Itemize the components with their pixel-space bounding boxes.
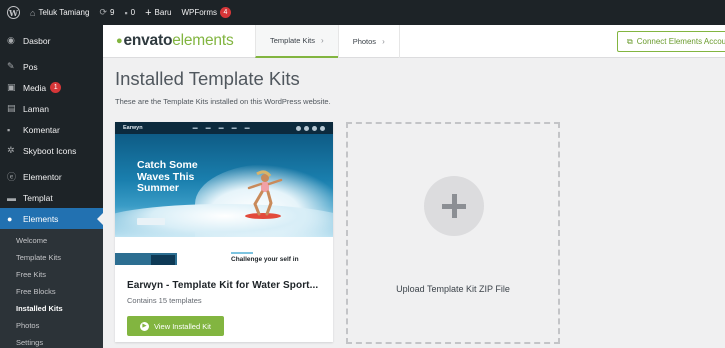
chevron-right-icon: › [382, 36, 385, 46]
sidebar-item-laman[interactable]: ▤ Laman [0, 98, 103, 119]
tab-template-kits[interactable]: Template Kits › [255, 24, 338, 58]
sidebar-item-skyboot-icons[interactable]: ✲ Skyboot Icons [0, 140, 103, 161]
submenu-settings[interactable]: Settings [0, 334, 103, 348]
sidebar-item-label: Komentar [23, 124, 60, 135]
preview-hero: Catch Some Waves This Summer [115, 134, 333, 244]
submenu-template-kits[interactable]: Template Kits [0, 249, 103, 266]
logo-main-text: envato [123, 32, 173, 49]
plus-icon: + [145, 6, 152, 19]
dashboard-icon: ◉ [7, 35, 15, 45]
submenu-photos[interactable]: Photos [0, 317, 103, 334]
envato-header: ● envato elements Template Kits › Photos … [103, 24, 725, 58]
preview-lower-section: Challenge your self in [115, 237, 333, 265]
media-badge: 1 [50, 82, 62, 93]
folder-icon: ▬ [7, 192, 16, 203]
sidebar-item-media[interactable]: ▣ Media 1 [0, 77, 103, 98]
sidebar-item-label: Elementor [23, 171, 62, 182]
elementor-icon: ⓔ [7, 172, 17, 182]
logo-suffix-text: elements [172, 32, 234, 49]
kit-template-count: Contains 15 templates [127, 296, 202, 305]
sidebar-item-label: Media [23, 82, 47, 93]
sidebar-item-dasbor[interactable]: ◉ Dasbor [0, 30, 103, 51]
site-name: Teluk Tamiang [38, 8, 90, 17]
preview-section-heading: Challenge your self in [231, 256, 299, 263]
admin-sidebar: ◉ Dasbor ✎ Pos ▣ Media 1 ▤ Laman ▪ Komen… [0, 25, 103, 348]
updates-icon: ⟳ [99, 7, 107, 17]
wpforms-badge: 4 [220, 7, 231, 18]
page-icon: ▤ [7, 103, 16, 113]
wpforms-label: WPForms [181, 8, 217, 17]
upload-kit-card[interactable]: Upload Template Kit ZIP File [346, 122, 560, 344]
sidebar-item-label: Pos [23, 61, 38, 72]
plus-icon [424, 176, 484, 236]
kit-card[interactable]: Earwyn ▬ ▬ ▬ ▬ ▬ Catch Some Waves This Summe… [115, 122, 333, 342]
admin-bar: W ⌂ Teluk Tamiang ⟳ 9 ▪ 0 + Baru WPForms… [0, 0, 725, 25]
sidebar-item-label: Skyboot Icons [23, 145, 77, 156]
leaf-icon: ● [7, 213, 13, 224]
surfer-illustration [245, 170, 283, 219]
comments-count: 0 [130, 8, 136, 17]
sidebar-item-label: Templat [23, 192, 53, 203]
page-title: Installed Template Kits [115, 68, 300, 89]
tab-label: Template Kits [270, 35, 316, 45]
sidebar-item-pos[interactable]: ✎ Pos [0, 56, 103, 77]
preview-hero-title: Catch Some Waves This Summer [137, 159, 198, 194]
preview-social-icons [296, 125, 325, 131]
tab-photos[interactable]: Photos › [337, 24, 400, 58]
preview-hero-button [137, 218, 165, 225]
sidebar-item-elementor[interactable]: ⓔ Elementor [0, 166, 103, 187]
kit-name: Earwyn - Template Kit for Water Sport... [127, 280, 319, 291]
pin-icon: ✎ [7, 61, 15, 71]
page-description: These are the Template Kits installed on… [115, 97, 331, 106]
sidebar-item-templat[interactable]: ▬ Templat [0, 187, 103, 208]
view-installed-kit-button[interactable]: ▶ View Installed Kit [127, 316, 224, 336]
arrow-right-circle-icon: ▶ [140, 321, 149, 331]
wpforms-link[interactable]: WPForms 4 [176, 0, 236, 25]
connect-button-label: Connect Elements Account [636, 37, 725, 46]
sidebar-item-elements[interactable]: ● Elements [0, 208, 103, 229]
submenu-free-blocks[interactable]: Free Blocks [0, 283, 103, 300]
updates-count: 9 [109, 8, 115, 17]
wordpress-logo-icon: W [7, 6, 20, 19]
tab-label: Photos [352, 36, 377, 46]
submenu-free-kits[interactable]: Free Kits [0, 266, 103, 283]
comments-link[interactable]: ▪ 0 [119, 0, 140, 25]
comment-icon: ▪ [124, 7, 128, 18]
upload-label: Upload Template Kit ZIP File [396, 284, 510, 294]
sidebar-item-label: Dasbor [23, 35, 51, 46]
comment-icon: ▪ [7, 124, 11, 135]
chevron-right-icon: › [321, 35, 324, 45]
gear-icon: ✲ [7, 145, 15, 155]
home-icon: ⌂ [30, 7, 36, 18]
external-link-icon: ⧉ [627, 36, 633, 46]
sidebar-item-label: Laman [23, 103, 49, 114]
media-icon: ▣ [7, 82, 16, 92]
connect-account-button[interactable]: ⧉ Connect Elements Account [617, 31, 725, 52]
preview-brand: Earwyn [123, 125, 143, 131]
view-button-label: View Installed Kit [154, 321, 211, 331]
site-name-link[interactable]: ⌂ Teluk Tamiang [25, 0, 94, 25]
wp-logo-menu[interactable]: W [0, 0, 25, 25]
new-content-link[interactable]: + Baru [140, 0, 176, 25]
preview-navbar: Earwyn ▬ ▬ ▬ ▬ ▬ [115, 122, 333, 134]
kit-preview-image[interactable]: Earwyn ▬ ▬ ▬ ▬ ▬ Catch Some Waves This Summe… [115, 122, 333, 265]
envato-elements-logo[interactable]: ● envato elements [103, 32, 255, 50]
elements-submenu: Welcome Template Kits Free Kits Free Blo… [0, 229, 103, 348]
updates-link[interactable]: ⟳ 9 [94, 0, 119, 25]
submenu-welcome[interactable]: Welcome [0, 232, 103, 249]
sidebar-item-label: Elements [23, 213, 59, 224]
new-label: Baru [154, 8, 172, 17]
sidebar-item-komentar[interactable]: ▪ Komentar [0, 119, 103, 140]
submenu-installed-kits[interactable]: Installed Kits [0, 300, 103, 317]
